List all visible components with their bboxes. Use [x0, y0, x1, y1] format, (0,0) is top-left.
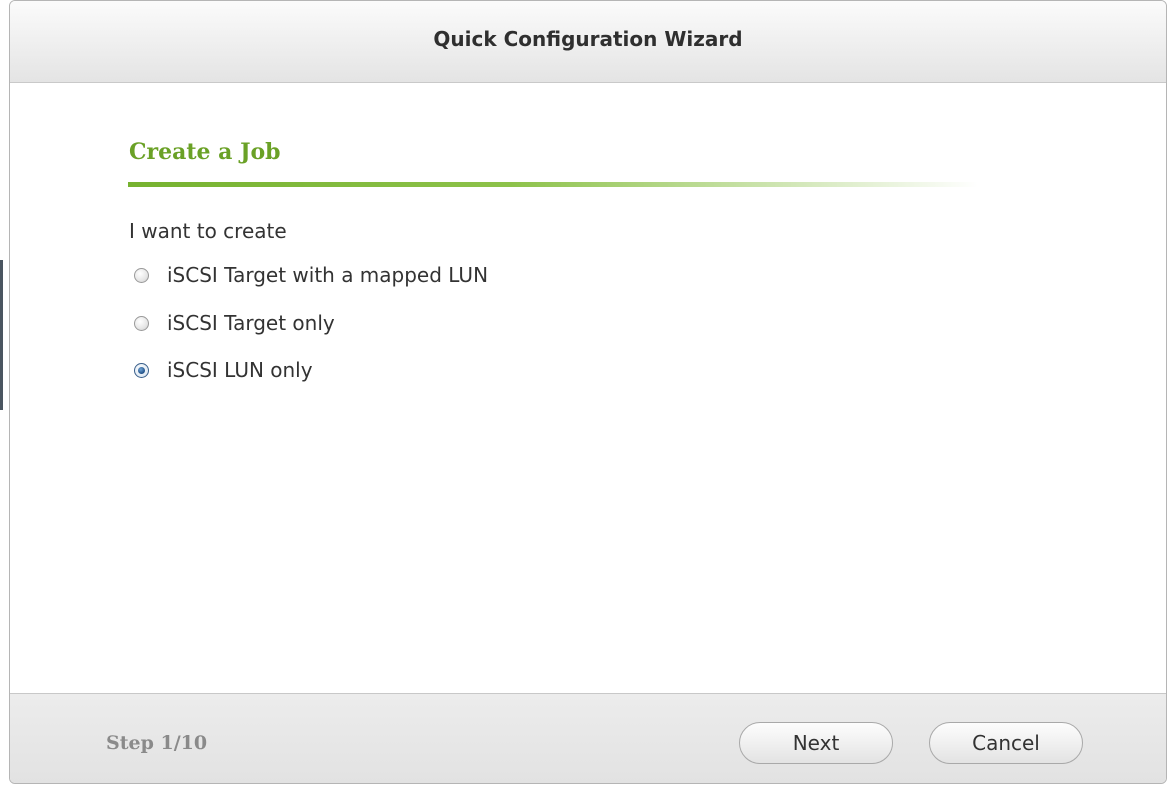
- option-label: iSCSI LUN only: [167, 358, 313, 382]
- next-button[interactable]: Next: [739, 722, 893, 764]
- section-heading: Create a Job: [129, 139, 281, 165]
- title-bar: Quick Configuration Wizard: [10, 1, 1166, 83]
- step-indicator: Step 1/10: [106, 732, 208, 754]
- option-label: iSCSI Target with a mapped LUN: [167, 263, 489, 287]
- intro-text: I want to create: [129, 219, 287, 243]
- option-target-only[interactable]: iSCSI Target only: [134, 309, 335, 337]
- wizard-footer: Step 1/10 Next Cancel: [10, 693, 1166, 783]
- backdrop-edge: [0, 260, 3, 410]
- dialog-title: Quick Configuration Wizard: [433, 27, 743, 51]
- cancel-button[interactable]: Cancel: [929, 722, 1083, 764]
- radio-button-selected[interactable]: [134, 362, 149, 378]
- heading-divider: [128, 182, 978, 187]
- option-lun-only[interactable]: iSCSI LUN only: [134, 356, 313, 384]
- option-target-with-lun[interactable]: iSCSI Target with a mapped LUN: [134, 261, 488, 289]
- option-label: iSCSI Target only: [167, 311, 335, 335]
- wizard-dialog: Quick Configuration Wizard Create a Job …: [9, 0, 1167, 784]
- wizard-content: Create a Job I want to create iSCSI Targ…: [10, 83, 1166, 693]
- radio-button[interactable]: [134, 315, 149, 331]
- radio-button[interactable]: [134, 267, 149, 283]
